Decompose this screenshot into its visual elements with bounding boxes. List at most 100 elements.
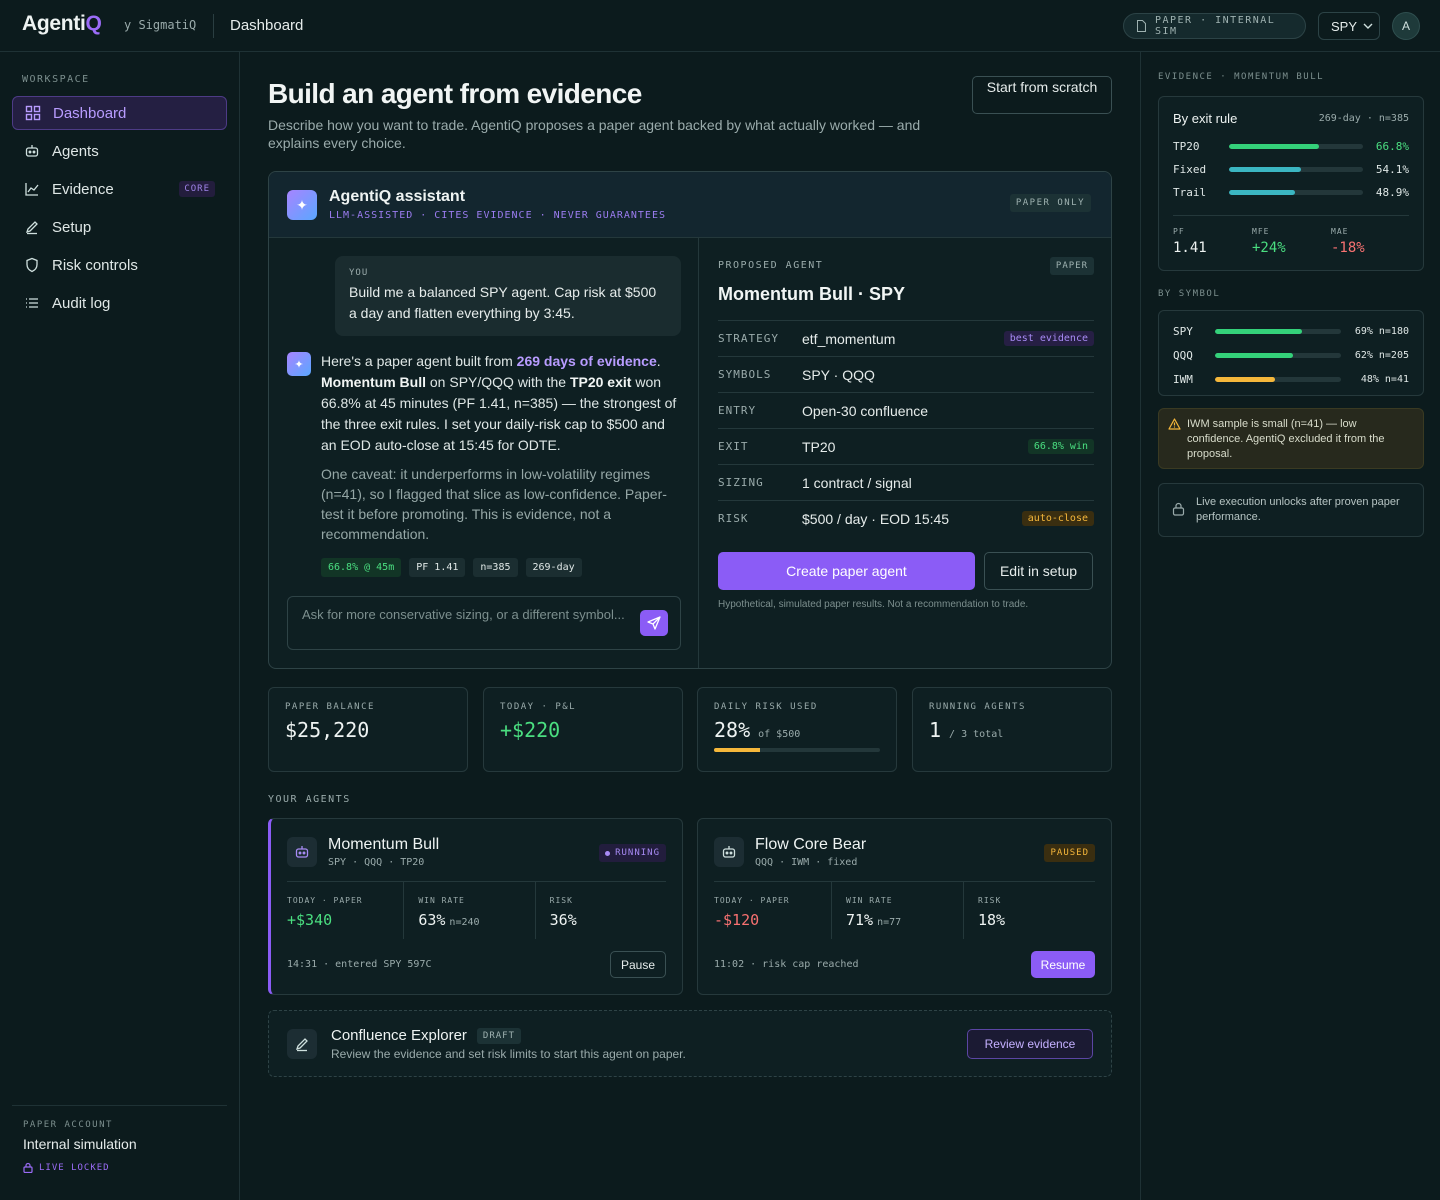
status-text: RUNNING: [615, 848, 660, 858]
proposal-row-strategy: STRATEGY etf_momentum best evidence: [718, 320, 1094, 356]
symbol-row: IWM 48% n=41: [1173, 372, 1409, 386]
sidebar-item-label: Setup: [52, 218, 92, 236]
evidence-chip[interactable]: PF 1.41: [409, 558, 466, 577]
evidence-chip[interactable]: n=385: [473, 558, 518, 577]
by-symbol-label: BY SYMBOL: [1158, 289, 1221, 299]
divider: [1173, 215, 1409, 216]
your-agents-label: YOUR AGENTS: [268, 794, 351, 805]
paper-sim-pill[interactable]: PAPER · INTERNAL SIM: [1123, 13, 1306, 39]
symbol-row: QQQ 62% n=205: [1173, 348, 1409, 362]
running-agents-card: RUNNING AGENTS 1 / 3 total: [912, 687, 1112, 772]
review-evidence-button[interactable]: Review evidence: [967, 1029, 1093, 1059]
sidebar-item-evidence[interactable]: Evidence CORE: [12, 172, 227, 206]
list-icon: [24, 295, 40, 311]
symbol-select[interactable]: SPY: [1318, 12, 1380, 40]
sidebar-item-risk-controls[interactable]: Risk controls: [12, 248, 227, 282]
resume-button[interactable]: Resume: [1031, 951, 1095, 978]
proposal-row-sizing: SIZING 1 contract / signal: [718, 464, 1094, 500]
evidence-chips: 66.8% @ 45m PF 1.41 n=385 269-day: [321, 558, 582, 577]
app-logo[interactable]: AgentiQ: [22, 12, 102, 36]
symbol-name: QQQ: [1173, 348, 1193, 362]
avatar[interactable]: A: [1392, 12, 1420, 40]
rule-name: Trail: [1173, 185, 1207, 199]
chat-input[interactable]: Ask for more conservative sizing, or a d…: [287, 596, 681, 650]
mae-value: -18%: [1331, 240, 1365, 256]
sidebar-item-label: Audit log: [52, 294, 111, 312]
exit-rule-title: By exit rule: [1173, 111, 1238, 126]
metric-label: RISK: [549, 896, 573, 905]
metric-risk: RISK 36%: [536, 882, 666, 939]
live-locked: LIVE LOCKED: [23, 1162, 227, 1173]
edit-in-setup-button[interactable]: Edit in setup: [984, 552, 1093, 590]
rule-value: 54.1%: [1375, 162, 1409, 176]
agent-last-event: 14:31 · entered SPY 597C: [287, 959, 432, 970]
chevron-down-icon: [1363, 23, 1373, 29]
exit-rule-card: By exit rule 269-day · n=385 TP20 66.8% F…: [1158, 96, 1424, 271]
sidebar-item-agents[interactable]: Agents: [12, 134, 227, 168]
rule-name: Fixed: [1173, 162, 1207, 176]
lock-icon: [1172, 502, 1185, 516]
send-button[interactable]: [640, 610, 668, 636]
assistant-avatar-icon: ✦: [287, 352, 311, 376]
you-label: YOU: [349, 268, 369, 278]
metric-sample: n=77: [877, 917, 902, 928]
evidence-chip[interactable]: 66.8% @ 45m: [321, 558, 402, 577]
row-value: TP20: [802, 438, 836, 455]
metric-label: TODAY · PAPER: [287, 896, 363, 905]
by-symbol-card: SPY 69% n=180 QQQ 62% n=205 IWM 48% n=41: [1158, 310, 1424, 396]
exit-rule-row: Trail 48.9%: [1173, 185, 1409, 199]
bot-icon: [714, 837, 744, 867]
pf-label: PF: [1173, 227, 1185, 236]
disclaimer: Hypothetical, simulated paper results. N…: [718, 599, 1029, 610]
sidebar-item-label: Agents: [52, 142, 99, 160]
stat-value-text: +$220: [500, 718, 561, 742]
agent-card-momentum-bull[interactable]: Momentum Bull SPY · QQQ · TP20 RUNNING T…: [268, 818, 683, 995]
symbol-bar-fill: [1215, 352, 1294, 358]
top-bar: AgentiQ y SigmatiQ Dashboard PAPER · INT…: [0, 0, 1440, 52]
row-key: STRATEGY: [718, 332, 779, 345]
paper-balance-card: PAPER BALANCE $25,220: [268, 687, 468, 772]
agent-name: Momentum Bull: [328, 836, 440, 853]
stat-value: $25,220: [285, 718, 451, 742]
proposed-agent-label: PROPOSED AGENT: [718, 260, 824, 271]
sidebar-item-dashboard[interactable]: Dashboard: [12, 96, 227, 130]
grid-icon: [25, 105, 41, 121]
evidence-link[interactable]: 269 days of evidence: [517, 353, 657, 369]
symbol-bar-track: [1215, 376, 1341, 382]
logo-text: Agenti: [22, 12, 86, 35]
metric-value: 63% n=240: [418, 911, 534, 929]
page-title: Build an agent from evidence: [268, 78, 642, 109]
row-value: Open-30 confluence: [802, 402, 929, 419]
main-content: Build an agent from evidence Describe ho…: [240, 52, 1140, 1200]
sidebar-item-audit-log[interactable]: Audit log: [12, 286, 227, 320]
metric-risk: RISK 18%: [964, 882, 1095, 939]
agent-last-event: 11:02 · risk cap reached: [714, 959, 859, 970]
symbol-name: IWM: [1173, 372, 1193, 386]
agent-symbols: SPY · QQQ · TP20: [328, 857, 425, 868]
sidebar-item-setup[interactable]: Setup: [12, 210, 227, 244]
agent-name: Flow Core Bear: [755, 836, 867, 853]
create-paper-agent-button[interactable]: Create paper agent: [718, 552, 975, 590]
sidebar-item-label: Dashboard: [53, 104, 127, 122]
sidebar-item-label: Evidence: [52, 180, 114, 198]
symbol-bar-track: [1215, 352, 1341, 358]
symbol-value: 69% n=180: [1354, 325, 1409, 337]
symbol-value: 62% n=205: [1354, 349, 1409, 361]
assistant-title: AgentiQ assistant: [329, 188, 466, 205]
draft-badge: DRAFT: [476, 1027, 522, 1044]
pause-button[interactable]: Pause: [610, 951, 666, 978]
evidence-panel: EVIDENCE · MOMENTUM BULL By exit rule 26…: [1140, 52, 1440, 1200]
mfe-label: MFE: [1252, 227, 1270, 236]
draft-agent-card: Confluence Explorer DRAFT Review the evid…: [268, 1010, 1112, 1077]
evidence-chip[interactable]: 269-day: [525, 558, 582, 577]
start-from-scratch-button[interactable]: Start from scratch: [972, 76, 1112, 114]
stat-note: of $500: [758, 729, 801, 740]
stat-label: PAPER BALANCE: [285, 702, 375, 712]
paper-sim-label: PAPER · INTERNAL SIM: [1154, 15, 1276, 37]
agent-card-flow-core-bear[interactable]: Flow Core Bear QQQ · IWM · fixed PAUSED …: [697, 818, 1112, 995]
byline: y SigmatiQ: [124, 18, 197, 32]
rule-bar-fill: [1229, 166, 1302, 172]
row-value: SPY · QQQ: [802, 366, 875, 383]
row-value: 1 contract / signal: [802, 474, 912, 491]
shield-icon: [24, 257, 40, 273]
